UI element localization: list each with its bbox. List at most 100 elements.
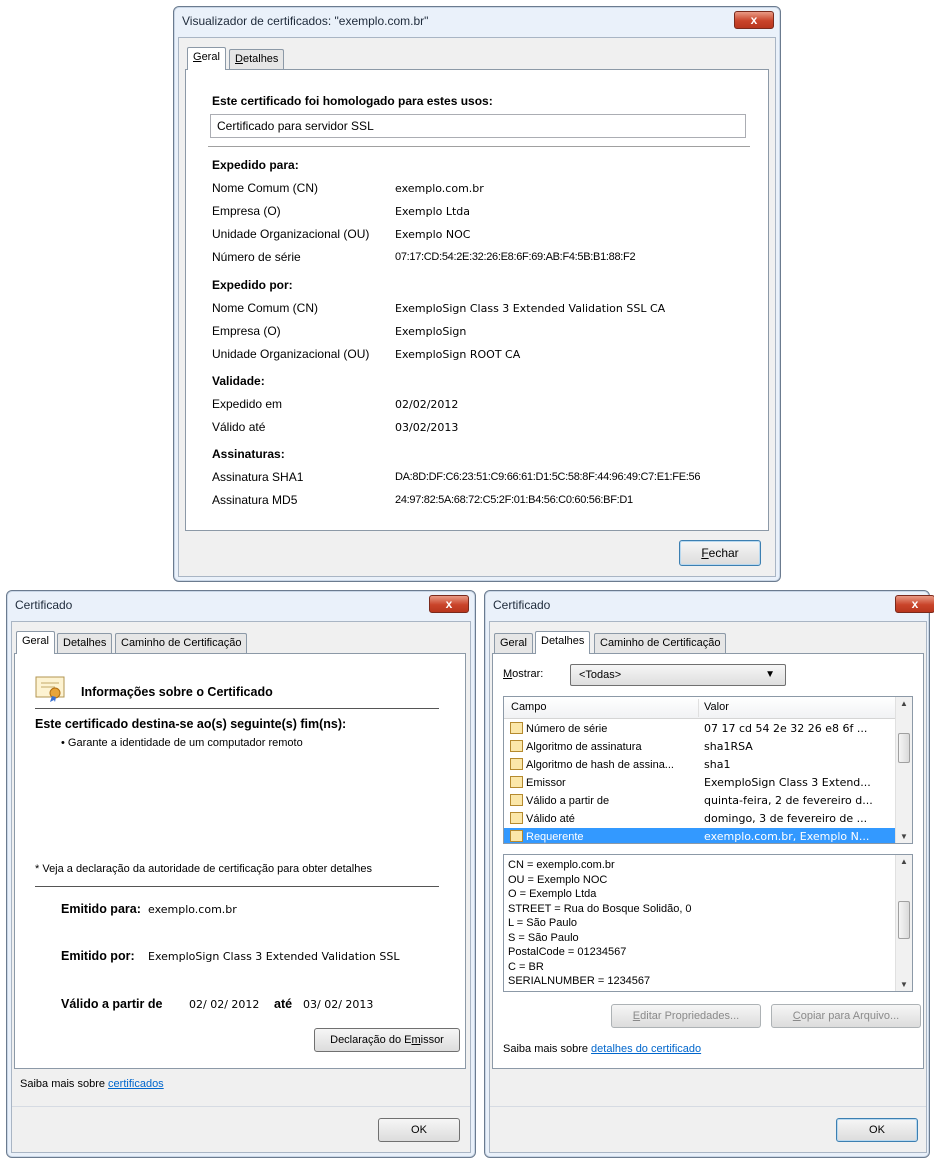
issuer-statement-label-end: issor [420,1034,444,1046]
copy-to-file-button[interactable]: Copiar para Arquivo... [771,1004,921,1028]
title-bar[interactable]: Certificado x [7,591,475,617]
list-item[interactable]: Válido até domingo, 3 de fevereiro de ... [504,810,897,828]
ca-statement-note: * Veja a declaração da autoridade de cer… [35,863,372,875]
certificate-viewer-window: Visualizador de certificados: "exemplo.c… [173,6,781,582]
edit-properties-button[interactable]: Editar Propriedades... [611,1004,761,1028]
copy-to-file-accel: C [792,1010,801,1022]
field-detail-box[interactable]: CN = exemplo.com.br OU = Exemplo NOC O = E… [503,854,913,992]
footer-divider [12,1106,470,1107]
close-button[interactable]: Fechar [679,540,761,566]
issued-by-o-value: ExemploSign [395,325,467,338]
footer-divider [490,1106,926,1107]
tab-details-label: etalhes [242,53,279,65]
valid-until-value: 03/02/2013 [395,421,459,434]
learn-more-prefix: Saiba mais sobre [20,1078,109,1090]
ok-button[interactable]: OK [378,1118,460,1142]
field-name: Algoritmo de assinatura [510,740,642,753]
fields-scrollbar[interactable]: ▲ ▼ [895,697,912,843]
tab-details[interactable]: Detalhes [535,631,591,654]
certificate-details-link[interactable]: detalhes do certificado [591,1043,701,1055]
tab-certification-path[interactable]: Caminho de Certificação [115,633,248,654]
field-value: 07 17 cd 54 2e 32 26 e8 6f ... [704,722,868,735]
field-value: sha1RSA [704,740,753,753]
list-item[interactable]: Algoritmo de assinatura sha1RSA [504,738,897,756]
field-icon [510,830,523,842]
md5-label: Assinatura MD5 [212,493,298,507]
validity-heading: Validade: [212,374,265,388]
issued-by-cn-label: Nome Comum (CN) [212,301,319,315]
scroll-down-icon[interactable]: ▼ [896,832,912,841]
show-label-text: ostrar: [512,668,544,680]
issuer-statement-accel: m [411,1034,421,1046]
ok-button[interactable]: OK [836,1118,918,1142]
divider [208,146,750,147]
info-title: Informações sobre o Certificado [81,685,273,699]
note-divider [35,886,439,887]
serial-label: Número de série [212,250,301,264]
certificates-link[interactable]: certificados [108,1078,164,1090]
scroll-down-icon[interactable]: ▼ [896,980,912,989]
detail-scrollbar[interactable]: ▲ ▼ [895,855,912,991]
issued-by-ou-value: ExemploSign ROOT CA [395,348,521,361]
scroll-up-icon[interactable]: ▲ [896,857,912,866]
list-item[interactable]: Válido a partir de quinta-feira, 2 de fev… [504,792,897,810]
list-item[interactable]: Requerente exemplo.com.br, Exemplo N... [504,828,897,843]
show-select[interactable]: <Todas> ▼ [570,664,786,686]
issued-on-value: 02/02/2012 [395,398,459,411]
issuer-statement-button[interactable]: Declaração do Emissor [314,1028,460,1052]
field-value: ExemploSign Class 3 Extend... [704,776,871,789]
tab-details[interactable]: Detalhes [229,49,285,70]
issued-to-cn-label: Nome Comum (CN) [212,181,319,195]
issued-to-o-value: Exemplo Ltda [395,205,471,218]
fields-list[interactable]: Campo Valor Número de série 07 17 cd 54 2… [503,696,913,844]
show-label-accel: M [503,668,513,680]
issued-on-label: Expedido em [212,397,283,411]
title-bar[interactable]: Visualizador de certificados: "exemplo.c… [174,7,780,33]
chevron-down-icon: ▼ [765,669,775,680]
issued-to-label: Emitido para: [61,902,141,916]
window-title: Certificado [493,598,551,612]
field-name: Válido até [510,812,575,825]
valid-from-label: Válido a partir de [61,997,163,1011]
tab-details[interactable]: Detalhes [57,633,113,654]
field-name: Requerente [510,830,584,843]
window-client-area: Geral Detalhes Caminho de Certificação M… [489,621,927,1153]
column-separator [698,699,699,717]
tab-general[interactable]: Geral [16,631,55,654]
tab-general[interactable]: Geral [494,633,533,654]
scroll-thumb[interactable] [898,733,910,763]
issued-to-value: exemplo.com.br [148,903,237,916]
scroll-thumb[interactable] [898,901,910,939]
close-icon[interactable]: x [734,11,774,29]
column-value[interactable]: Valor [704,701,729,713]
edit-properties-label: ditar Propriedades... [640,1010,740,1022]
issued-to-ou-label: Unidade Organizacional (OU) [212,227,370,241]
field-icon [510,722,523,734]
detail-line: S = São Paulo [508,931,579,944]
issued-to-o-label: Empresa (O) [212,204,281,218]
close-icon[interactable]: x [895,595,934,613]
issued-by-cn-value: ExemploSign Class 3 Extended Validation … [395,302,666,315]
field-value: quinta-feira, 2 de fevereiro d... [704,794,873,807]
tab-certification-path[interactable]: Caminho de Certificação [594,633,727,654]
valid-until-value: 03/ 02/ 2013 [303,998,374,1011]
tab-details-accel: D [235,53,243,65]
title-bar[interactable]: Certificado x [485,591,934,617]
detail-line: PostalCode = 01234567 [508,946,627,958]
learn-more-text: Saiba mais sobre detalhes do certificado [503,1043,701,1055]
info-divider [35,708,439,709]
column-field[interactable]: Campo [511,701,546,713]
list-item[interactable]: Número de série 07 17 cd 54 2e 32 26 e8 6… [504,720,897,738]
field-value: sha1 [704,758,731,771]
field-name: Algoritmo de hash de assina... [510,758,674,771]
scroll-up-icon[interactable]: ▲ [896,699,912,708]
close-icon[interactable]: x [429,595,469,613]
serial-value: 07:17:CD:54:2E:32:26:E8:6F:69:AB:F4:5B:B… [395,251,636,263]
list-item[interactable]: Emissor ExemploSign Class 3 Extend... [504,774,897,792]
purpose-item: • Garante a identidade de um computador … [61,737,303,749]
tab-general[interactable]: Geral [187,47,226,70]
list-item[interactable]: Algoritmo de hash de assina... sha1 [504,756,897,774]
sha1-label: Assinatura SHA1 [212,470,304,484]
purpose-heading: Este certificado destina-se ao(s) seguin… [35,717,347,731]
detail-line: SERIALNUMBER = 1234567 [508,975,651,987]
